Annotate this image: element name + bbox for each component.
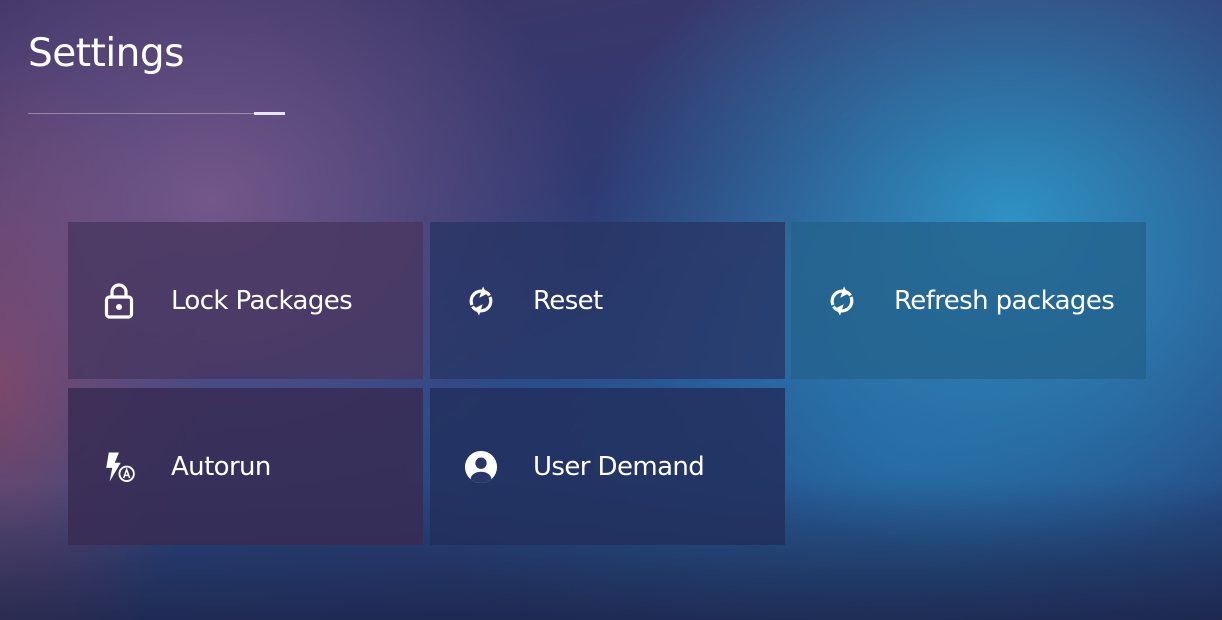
- tile-label: Autorun: [171, 451, 271, 482]
- reset-tile[interactable]: Reset: [430, 222, 785, 379]
- refresh-packages-tile[interactable]: Refresh packages: [791, 222, 1146, 379]
- user-demand-tile[interactable]: User Demand: [430, 388, 785, 545]
- refresh-icon: [464, 281, 498, 321]
- title-underline: [28, 113, 254, 114]
- lock-icon: [102, 281, 136, 321]
- tile-label: Reset: [533, 285, 603, 316]
- lock-packages-tile[interactable]: Lock Packages: [68, 222, 423, 379]
- account-circle-icon: [464, 447, 498, 487]
- tile-label: User Demand: [533, 451, 705, 482]
- refresh-icon: [825, 281, 859, 321]
- flash-auto-icon: [102, 447, 136, 487]
- tile-label: Refresh packages: [894, 285, 1115, 316]
- tile-label: Lock Packages: [171, 285, 353, 316]
- settings-tile-grid: Lock Packages Reset Refresh packages Aut…: [68, 222, 1146, 546]
- page-title: Settings: [28, 31, 184, 76]
- title-underline-accent: [254, 112, 285, 115]
- autorun-tile[interactable]: Autorun: [68, 388, 423, 545]
